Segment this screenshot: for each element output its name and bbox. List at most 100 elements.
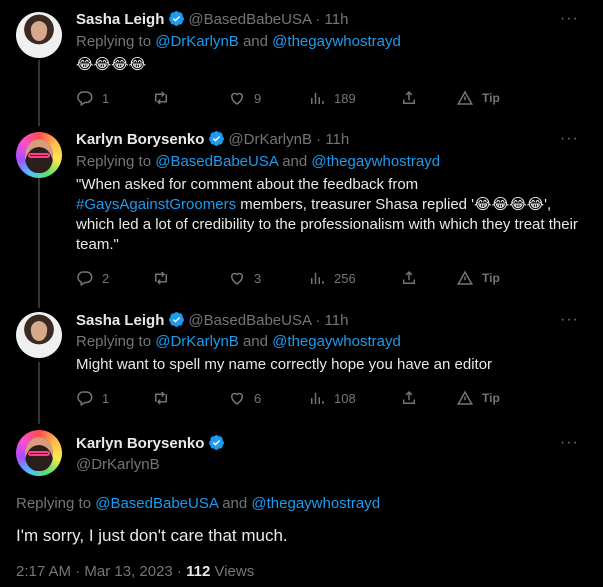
reply-button[interactable]: 1 [76,388,109,408]
replying-to-and: and [238,33,273,50]
tweet-time[interactable]: 11h [325,312,349,329]
tweet[interactable]: Sasha Leigh @BasedBabeUSA · 11h ··· Reply… [0,0,603,120]
mention-link[interactable]: @DrKarlynB [155,33,239,50]
mention-link[interactable]: @BasedBabeUSA [95,495,218,512]
mention-link[interactable]: @BasedBabeUSA [155,153,278,170]
mention-link[interactable]: @thegaywhostrayd [272,33,401,50]
main-tweet-text: I'm sorry, I just don't care that much. [16,526,288,545]
reply-button[interactable]: 2 [76,268,109,288]
like-button[interactable]: 3 [228,268,261,288]
mention-link[interactable]: @DrKarlynB [155,333,239,350]
tip-icon [456,270,474,285]
views-count: 112 [186,563,211,580]
replying-to-and: and [238,333,273,350]
replying-to: Replying to @BasedBabeUSA and @thegaywho… [76,152,440,172]
reply-button[interactable]: 1 [76,88,109,108]
views-button[interactable]: 256 [308,268,356,288]
like-icon [230,392,244,405]
tweet-text: 😂😂😂😂 [76,56,147,73]
retweet-button[interactable] [152,388,178,408]
reply-count: 1 [102,90,110,106]
tip-button[interactable]: Tip [456,88,500,108]
tweet-actions: 2 3 256 Tip [76,268,516,288]
like-button[interactable]: 9 [228,88,261,108]
avatar[interactable] [16,430,62,476]
like-icon [230,272,244,285]
timestamp[interactable]: 2:17 AM · Mar 13, 2023 · [16,563,186,580]
more-icon[interactable]: ··· [560,434,579,452]
tweet-text-part: "When asked for comment about the feedba… [76,176,419,193]
avatar[interactable] [16,12,62,58]
mention-link[interactable]: @thegaywhostrayd [311,153,440,170]
tweet-time[interactable]: 11h [325,131,349,148]
separator: · [311,312,325,329]
replying-to: Replying to @BasedBabeUSA and @thegaywho… [16,495,380,512]
tweet-actions: 1 9 189 Tip [76,88,516,108]
replying-to-prefix: Replying to [76,33,156,50]
more-icon[interactable]: ··· [560,311,579,329]
reply-icon [77,391,93,407]
author-handle[interactable]: @BasedBabeUSA [188,11,311,28]
author-name[interactable]: Sasha Leigh [76,11,164,28]
replying-to: Replying to @DrKarlynB and @thegaywhostr… [76,332,401,352]
tip-button[interactable]: Tip [456,388,500,408]
tip-button[interactable]: Tip [456,268,500,288]
mention-link[interactable]: @thegaywhostrayd [272,333,401,350]
retweet-icon [155,271,167,285]
author-handle[interactable]: @DrKarlynB [228,131,312,148]
hashtag-link[interactable]: #GaysAgainstGroomers [76,196,236,213]
avatar[interactable] [16,312,62,358]
verified-badge-icon [209,131,225,146]
retweet-icon [155,91,167,105]
separator: · [311,131,326,148]
like-button[interactable]: 6 [228,388,261,408]
tip-icon [456,390,474,405]
tweet[interactable]: Sasha Leigh @BasedBabeUSA · 11h ··· Reply… [0,308,603,426]
views-icon [311,272,324,284]
views-icon [311,92,324,104]
author-name[interactable]: Karlyn Borysenko [76,435,204,452]
reply-count: 2 [102,270,110,286]
verified-badge-icon [169,11,185,26]
separator: · [311,11,325,28]
retweet-button[interactable] [152,88,178,108]
tip-label: Tip [482,271,500,285]
share-button[interactable] [400,388,418,408]
more-icon[interactable]: ··· [560,130,579,148]
tweet[interactable]: Karlyn Borysenko @DrKarlynB · 11h ··· Rep… [0,120,603,308]
replying-to: Replying to @DrKarlynB and @thegaywhostr… [76,32,401,52]
mention-link[interactable]: @thegaywhostrayd [251,495,380,512]
views-count: 189 [334,90,356,106]
retweet-icon [155,391,167,405]
tip-label: Tip [482,391,500,405]
replying-to-prefix: Replying to [76,333,156,350]
verified-badge-icon [169,312,185,327]
author-handle[interactable]: @DrKarlynB [76,455,160,475]
reply-icon [77,91,93,107]
more-icon[interactable]: ··· [560,10,579,28]
tweet-actions: 1 6 108 Tip [76,388,516,408]
share-icon [403,270,415,284]
tweet-time[interactable]: 11h [325,11,349,28]
views-count: 108 [334,390,356,406]
tweet-text: "When asked for comment about the feedba… [76,175,581,255]
author-name[interactable]: Sasha Leigh [76,312,164,329]
retweet-button[interactable] [152,268,178,288]
views-button[interactable]: 108 [308,388,356,408]
replying-to-and: and [218,495,252,512]
avatar[interactable] [16,132,62,178]
tweet-meta: 2:17 AM · Mar 13, 2023 · 112 Views [16,563,254,580]
views-icon [311,392,324,404]
views-button[interactable]: 189 [308,88,356,108]
share-icon [403,390,415,404]
share-button[interactable] [400,268,418,288]
share-button[interactable] [400,88,418,108]
reply-icon [77,271,93,287]
author-handle[interactable]: @BasedBabeUSA [188,312,311,329]
author-name[interactable]: Karlyn Borysenko [76,131,204,148]
reply-count: 1 [102,390,110,406]
replying-to-prefix: Replying to [16,495,96,512]
verified-badge-icon [209,435,225,450]
like-count: 3 [254,270,262,286]
tip-icon [456,90,474,105]
